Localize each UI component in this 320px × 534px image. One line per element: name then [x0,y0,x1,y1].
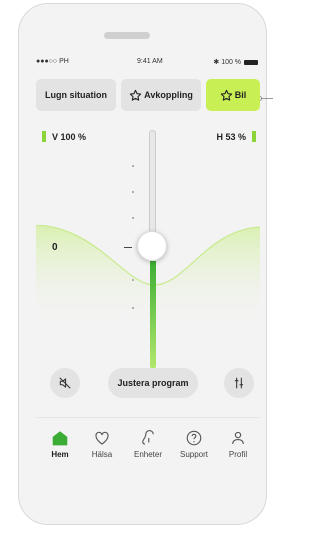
nav-label: Profil [228,450,248,459]
program-tab-lugn-situation[interactable]: Lugn situation [36,79,116,111]
slider-tick [132,191,134,193]
nav-label: Enheter [133,450,163,459]
app-screen: ●●●○○ PH 9:41 AM ✱ 100 % Lugn situation … [36,55,260,474]
volume-slider-handle[interactable] [137,231,167,261]
sliders-icon [234,377,244,389]
nav-label: Hem [51,450,69,459]
nav-item-support[interactable]: Support [170,428,218,459]
slider-tick [132,165,134,167]
slider-value-label: 0 [52,242,58,253]
program-tab-label: Bil [234,90,247,100]
slider-zero-marker [124,247,132,248]
heart-icon [95,431,109,445]
program-tab-avkoppling[interactable]: Avkoppling [121,79,201,111]
status-time: 9:41 AM [137,58,163,65]
nav-item-halsa[interactable]: Hälsa [78,428,126,459]
right-volume-label: H 53 % [216,131,246,142]
program-tab-bil[interactable]: Bil [206,79,260,111]
left-volume-label: V 100 % [52,131,87,142]
profile-icon [232,431,244,445]
program-tabs: Lugn situation Avkoppling Bil [36,79,260,113]
help-icon [186,430,202,446]
nav-label: Hälsa [91,450,113,459]
nav-item-profil[interactable]: Profil [214,428,260,459]
adjust-program-button[interactable]: Justera program [108,368,198,398]
program-tab-label: Lugn situation [45,90,107,100]
right-volume: H 53 % [216,131,256,142]
hearing-aid-icon [142,429,154,445]
battery-icon [244,59,258,65]
nav-item-enheter[interactable]: Enheter [124,428,172,459]
status-bar: ●●●○○ PH 9:41 AM ✱ 100 % [36,55,260,69]
program-tab-label: Avkoppling [144,90,193,100]
home-icon [52,431,68,446]
bluetooth-icon: ✱ [213,59,220,66]
carrier-text: ●●●○○ PH [36,58,69,65]
star-outline-icon [220,89,232,101]
battery-text: 100 % [221,59,242,66]
slider-tick [132,307,134,309]
mute-button[interactable] [50,368,80,398]
battery-status: ✱ 100 % [213,58,258,66]
nav-item-hem[interactable]: Hem [36,428,84,459]
phone-speaker [104,32,150,39]
left-volume: V 100 % [42,131,86,142]
bottom-nav: Hem Hälsa Enheter Support Profil [36,417,260,474]
speaker-muted-icon [59,377,71,389]
star-outline-icon [129,89,142,101]
nav-label: Support [179,450,209,459]
left-volume-indicator [42,131,46,142]
right-volume-indicator [252,131,256,142]
volume-slider-fill [150,261,156,369]
slider-tick [132,279,134,281]
slider-tick [132,217,134,219]
equalizer-button[interactable] [224,368,254,398]
adjust-program-label: Justera program [117,378,189,388]
